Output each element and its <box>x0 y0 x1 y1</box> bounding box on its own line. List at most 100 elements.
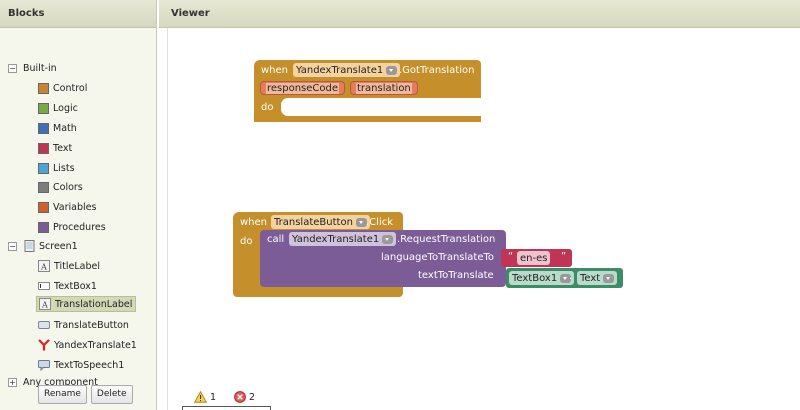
builtin-item-math[interactable]: Math <box>38 118 77 138</box>
component-item-label: TranslateButton <box>54 319 129 331</box>
procedures-swatch-icon <box>38 221 49 233</box>
call-component-dropdown[interactable]: YandexTranslate1 <box>289 232 397 246</box>
call-keyword: call <box>267 234 285 245</box>
component-item-label: TextToSpeech1 <box>54 359 125 371</box>
warning-count-label: 1 <box>210 391 217 403</box>
builtin-item-label: Lists <box>53 162 75 174</box>
warnings-indicator[interactable]: 1 2 <box>194 391 273 403</box>
do-keyword: do <box>240 236 253 247</box>
builtin-item-procedures[interactable]: Procedures <box>38 217 106 237</box>
arg-text-label: textToTranslate <box>418 270 494 281</box>
viewer-title: Viewer <box>159 0 800 28</box>
when-keyword: when <box>261 65 289 76</box>
do-keyword: do <box>261 102 274 113</box>
tree-screen1-label: Screen1 <box>39 240 78 252</box>
math-swatch-icon <box>38 122 49 134</box>
error-count[interactable]: 2 <box>234 391 255 403</box>
param-translation[interactable]: translation <box>350 81 418 95</box>
component-dropdown-label: YandexTranslate1 <box>292 233 380 245</box>
chevron-down-icon <box>603 273 615 283</box>
tree-builtin[interactable]: − Built-in <box>8 58 57 78</box>
logic-swatch-icon <box>38 102 49 114</box>
text-value-field[interactable]: en-es <box>517 251 551 265</box>
textbox-icon <box>38 280 50 292</box>
blocks-panel: Blocks − Built-in Control Logic Math Tex… <box>0 0 157 410</box>
arg-language-label: languageToTranslateTo <box>381 252 495 263</box>
builtin-item-variables[interactable]: Variables <box>38 197 96 217</box>
builtin-item-label: Control <box>53 82 88 94</box>
label-icon: A <box>38 260 50 272</box>
builtin-item-label: Colors <box>53 181 83 193</box>
tree-builtin-label: Built-in <box>23 62 57 74</box>
component-item-translatebutton[interactable]: TranslateButton <box>38 315 129 335</box>
error-count-label: 2 <box>249 391 256 403</box>
method-name: .RequestTranslation <box>397 234 496 245</box>
dot-separator: . <box>569 271 573 282</box>
chevron-down-icon <box>386 65 398 75</box>
button-component-dropdown[interactable]: TranslateButton <box>271 215 370 229</box>
request-translation-call-block[interactable]: call YandexTranslate1 .RequestTranslatio… <box>260 230 506 287</box>
viewer-panel: Viewer when YandexTranslate1 .GotTransla… <box>159 0 800 410</box>
textbox-text-getter-block[interactable]: TextBox1 . Text <box>506 268 623 288</box>
label-icon: A <box>39 298 51 310</box>
builtin-item-logic[interactable]: Logic <box>38 98 78 118</box>
block-bottom-bar <box>254 116 481 122</box>
workspace-scroll-edge <box>182 406 271 410</box>
builtin-item-colors[interactable]: Colors <box>38 177 83 197</box>
event-name: .GotTranslation <box>399 65 475 76</box>
component-item-translationlabel[interactable]: A TranslationLabel <box>36 294 137 314</box>
open-quote-icon: “ <box>508 251 514 262</box>
variables-swatch-icon <box>38 201 49 213</box>
component-item-titlelabel[interactable]: A TitleLabel <box>38 256 100 276</box>
param-label: responseCode <box>266 83 340 94</box>
do-statement-slot[interactable] <box>281 98 481 116</box>
control-swatch-icon <box>38 82 49 94</box>
lists-swatch-icon <box>38 162 49 174</box>
builtin-item-label: Logic <box>53 102 78 114</box>
component-item-label: TitleLabel <box>54 260 100 272</box>
builtin-item-text[interactable]: Text <box>38 138 72 158</box>
component-item-yandextranslate1[interactable]: YandexTranslate1 <box>38 335 137 355</box>
error-icon <box>234 391 246 403</box>
warning-icon <box>194 391 207 403</box>
component-dropdown[interactable]: YandexTranslate1 <box>293 63 401 77</box>
property-dropdown[interactable]: Text <box>577 271 618 285</box>
text-literal-block[interactable]: “ en-es ” <box>501 249 572 267</box>
component-item-label: TextBox1 <box>54 280 97 292</box>
param-label: translation <box>356 83 412 94</box>
builtin-item-label: Procedures <box>53 221 106 233</box>
panel-buttons: Rename Delete <box>38 385 133 404</box>
tree-screen1[interactable]: − Screen1 <box>8 236 78 256</box>
svg-text:A: A <box>40 263 47 272</box>
when-keyword: when <box>240 217 268 228</box>
builtin-item-label: Math <box>53 122 77 134</box>
delete-button[interactable]: Delete <box>90 385 133 404</box>
param-response-code[interactable]: responseCode <box>260 81 346 95</box>
event-name: .Click <box>366 217 394 228</box>
speech-icon <box>38 359 50 371</box>
colors-swatch-icon <box>38 181 49 193</box>
warning-count[interactable]: 1 <box>194 391 216 403</box>
property-dropdown-label: Text <box>580 272 601 284</box>
component-item-label: YandexTranslate1 <box>54 339 137 351</box>
builtin-item-control[interactable]: Control <box>38 78 87 98</box>
screen-icon <box>23 240 35 252</box>
blocks-workspace[interactable]: when YandexTranslate1 .GotTranslation re… <box>167 28 800 410</box>
component-dropdown-label: YandexTranslate1 <box>296 64 384 76</box>
builtin-item-label: Text <box>53 142 73 154</box>
collapse-toggle-icon[interactable]: − <box>8 241 17 251</box>
chevron-down-icon <box>382 234 394 244</box>
component-dropdown-label: TranslateButton <box>274 216 353 228</box>
component-dropdown-label: TextBox1 <box>512 272 558 284</box>
component-item-label: TranslationLabel <box>55 298 133 310</box>
component-item-textbox1[interactable]: TextBox1 <box>38 276 97 296</box>
blocks-panel-title: Blocks <box>0 0 156 28</box>
svg-text:A: A <box>41 301 48 310</box>
rename-button[interactable]: Rename <box>38 385 87 404</box>
getter-component-dropdown[interactable]: TextBox1 <box>509 271 575 285</box>
got-translation-event-block[interactable]: when YandexTranslate1 .GotTranslation re… <box>254 60 481 122</box>
builtin-item-lists[interactable]: Lists <box>38 158 75 178</box>
collapse-toggle-icon[interactable]: − <box>8 63 17 73</box>
selected-highlight: A TranslationLabel <box>36 296 137 312</box>
expand-toggle-icon[interactable]: + <box>8 377 17 387</box>
